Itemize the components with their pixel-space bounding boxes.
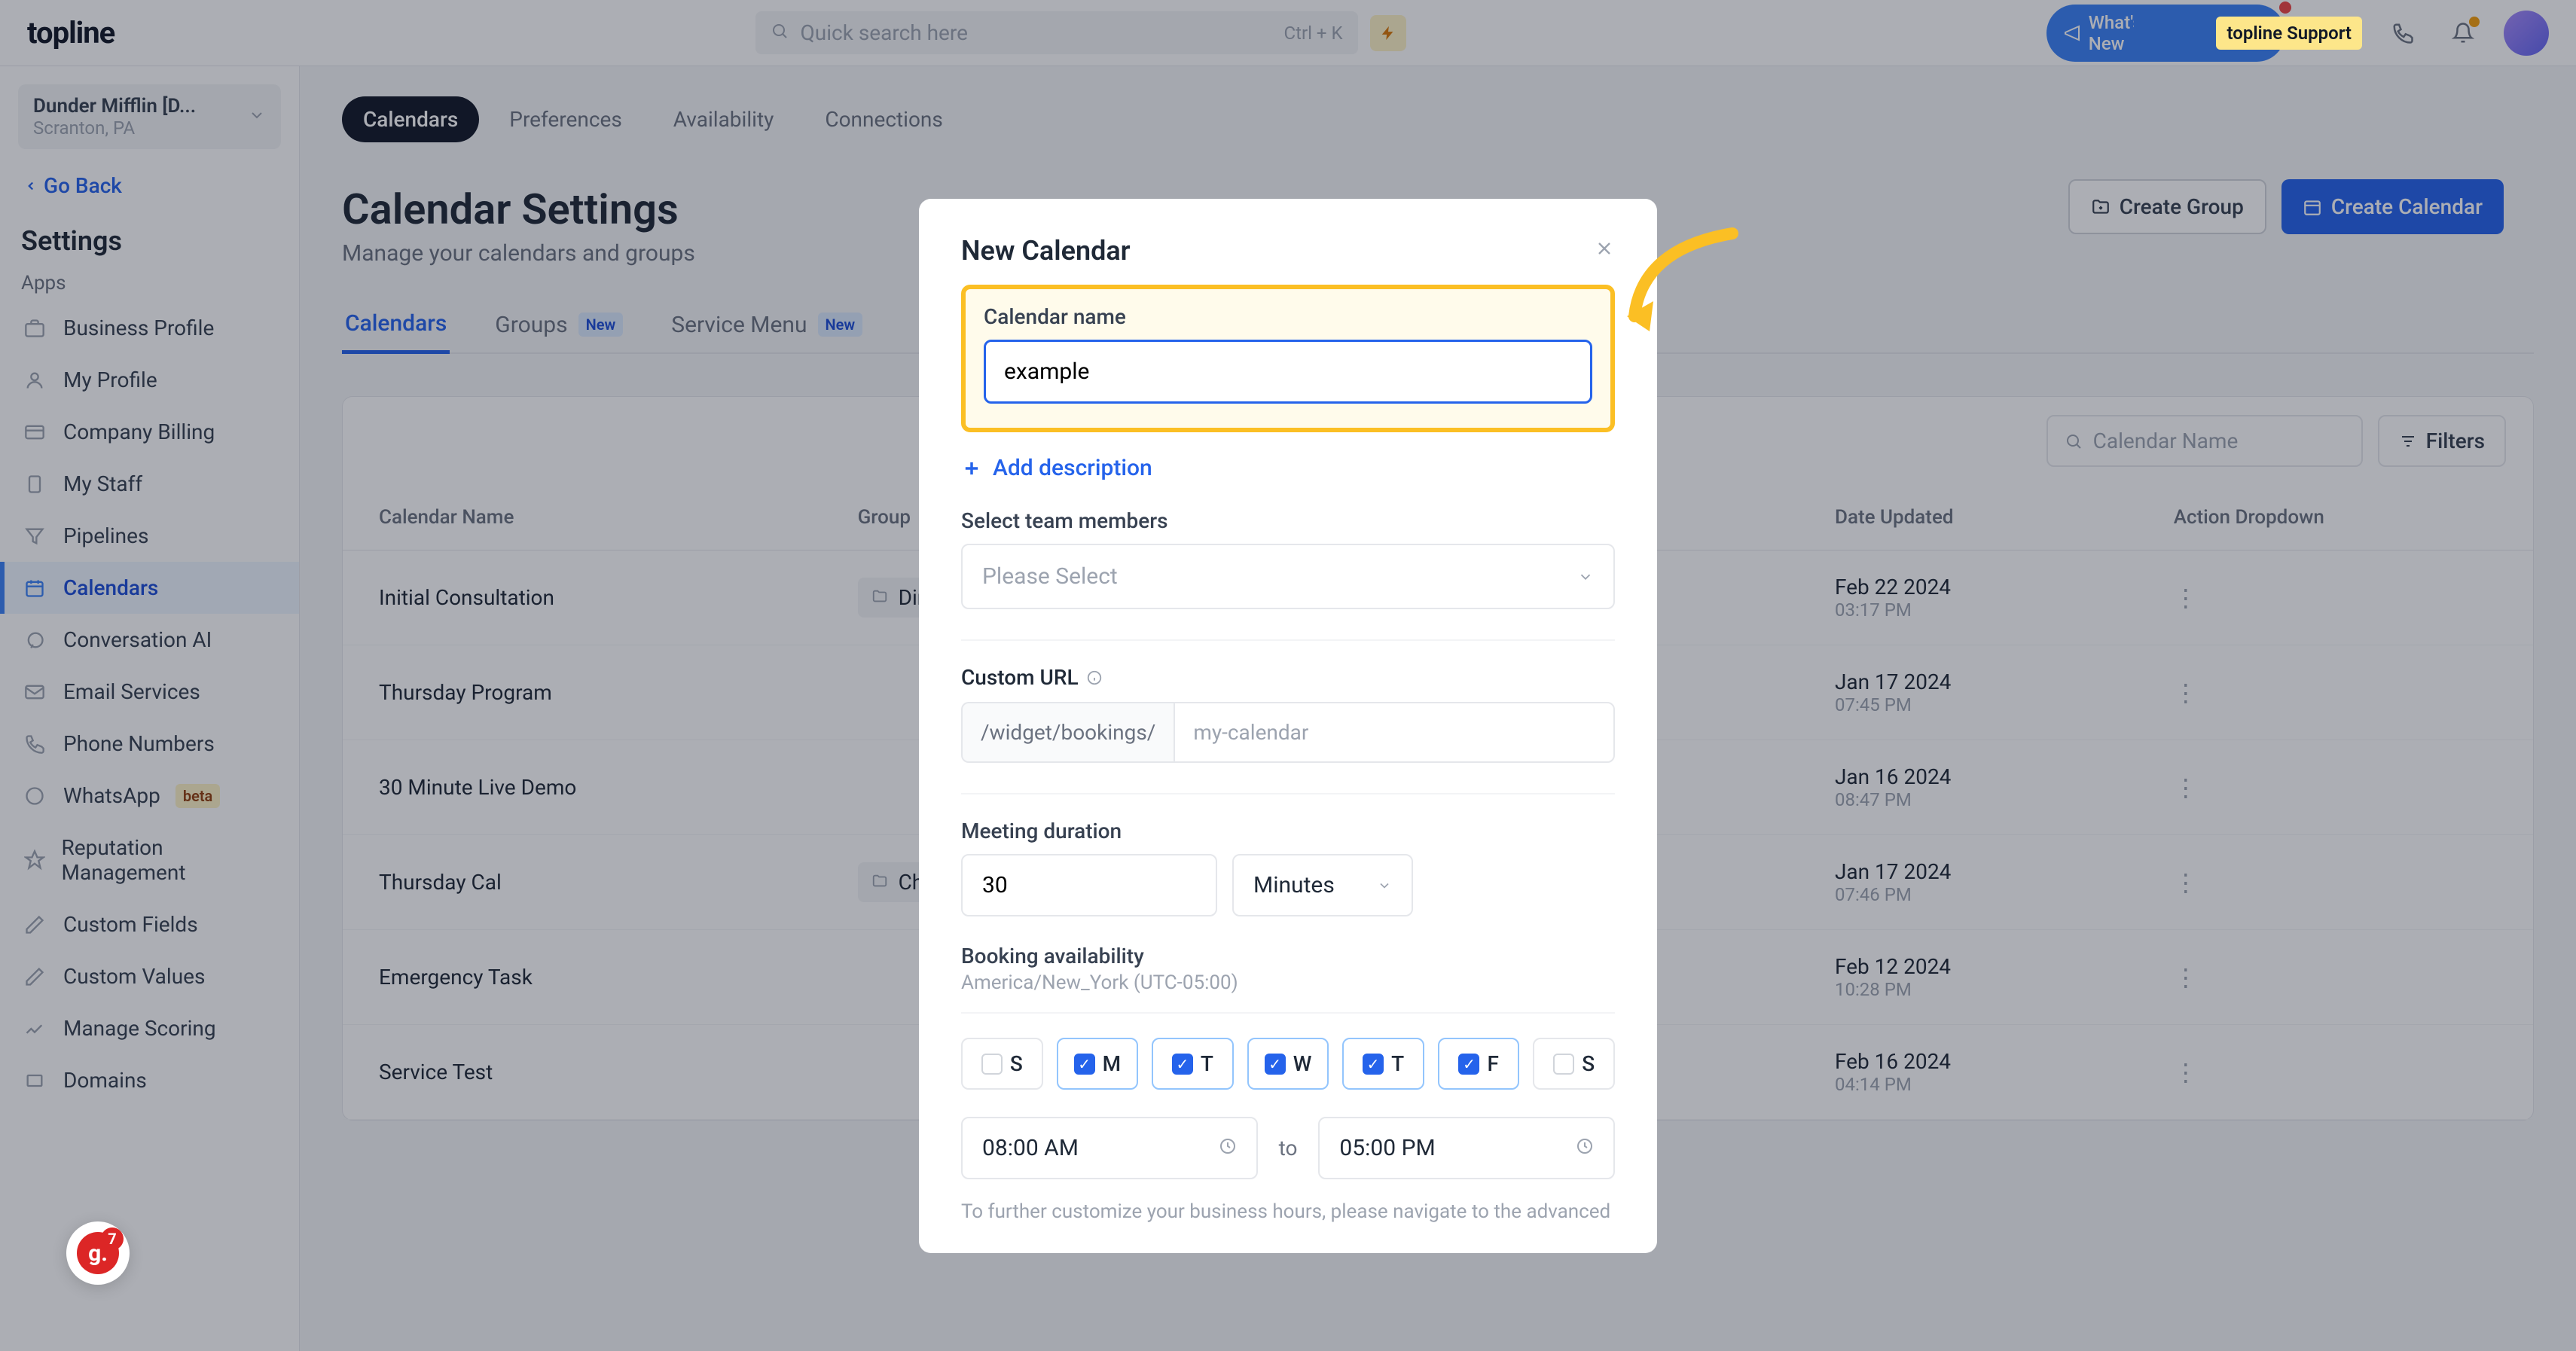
calendar-name-input[interactable] (984, 340, 1592, 404)
checkbox-icon (1458, 1054, 1479, 1075)
calendar-name-field-highlight: Calendar name (961, 285, 1615, 432)
day-toggle-3[interactable]: W (1247, 1038, 1329, 1090)
url-prefix: /widget/bookings/ (961, 702, 1174, 763)
time-from-input[interactable]: 08:00 AM (961, 1117, 1258, 1179)
days-selector: SMTWTFS (961, 1038, 1615, 1090)
duration-unit-select[interactable]: Minutes (1232, 854, 1413, 916)
day-toggle-1[interactable]: M (1057, 1038, 1139, 1090)
button-label: Add description (993, 455, 1152, 481)
checkbox-icon (1363, 1054, 1384, 1075)
info-icon (1086, 669, 1103, 686)
team-members-select[interactable]: Please Select (961, 544, 1615, 609)
day-toggle-0[interactable]: S (961, 1038, 1043, 1090)
chevron-down-icon (1577, 569, 1594, 585)
day-label: F (1487, 1051, 1498, 1076)
day-toggle-2[interactable]: T (1152, 1038, 1234, 1090)
checkbox-icon (1172, 1054, 1193, 1075)
modal-title: New Calendar (961, 235, 1131, 267)
day-toggle-4[interactable]: T (1342, 1038, 1424, 1090)
url-slug-input[interactable]: my-calendar (1174, 702, 1615, 763)
time-to-input[interactable]: 05:00 PM (1318, 1117, 1615, 1179)
help-count-badge: 7 (101, 1227, 124, 1250)
clock-icon (1219, 1135, 1237, 1161)
time-value: 05:00 PM (1339, 1135, 1435, 1161)
calendar-name-label: Calendar name (984, 304, 1592, 329)
duration-label: Meeting duration (961, 819, 1615, 843)
modal-overlay: New Calendar Calendar name Add descripti… (0, 0, 2576, 1351)
clock-icon (1576, 1135, 1594, 1161)
timezone-text: America/New_York (UTC-05:00) (961, 971, 1615, 994)
support-button[interactable]: topline Support (2216, 17, 2362, 50)
checkbox-icon (1553, 1054, 1574, 1075)
checkbox-icon (1265, 1054, 1286, 1075)
checkbox-icon (1074, 1054, 1095, 1075)
day-label: T (1201, 1051, 1213, 1076)
plus-icon (961, 458, 982, 479)
close-button[interactable] (1594, 236, 1615, 265)
time-value: 08:00 AM (982, 1135, 1079, 1161)
day-toggle-6[interactable]: S (1533, 1038, 1615, 1090)
day-label: T (1391, 1051, 1404, 1076)
divider (961, 639, 1615, 641)
select-value: Minutes (1253, 872, 1335, 898)
day-label: W (1293, 1051, 1312, 1076)
to-label: to (1279, 1136, 1298, 1160)
chevron-down-icon (1377, 878, 1392, 893)
help-widget-logo: 7 (77, 1232, 119, 1274)
day-label: S (1582, 1051, 1595, 1076)
close-icon (1594, 238, 1615, 259)
day-label: M (1103, 1051, 1122, 1076)
divider (961, 793, 1615, 794)
help-widget[interactable]: 7 (66, 1221, 130, 1285)
checkbox-icon (981, 1054, 1003, 1075)
availability-hint: To further customize your business hours… (961, 1200, 1615, 1223)
duration-value-input[interactable] (961, 854, 1217, 916)
add-description-button[interactable]: Add description (961, 455, 1615, 481)
new-calendar-modal: New Calendar Calendar name Add descripti… (919, 199, 1657, 1253)
day-label: S (1010, 1051, 1023, 1076)
divider (961, 1012, 1615, 1014)
availability-label: Booking availability (961, 944, 1615, 968)
team-members-label: Select team members (961, 508, 1615, 533)
day-toggle-5[interactable]: F (1438, 1038, 1520, 1090)
select-placeholder: Please Select (982, 563, 1118, 590)
custom-url-label: Custom URL (961, 665, 1615, 690)
